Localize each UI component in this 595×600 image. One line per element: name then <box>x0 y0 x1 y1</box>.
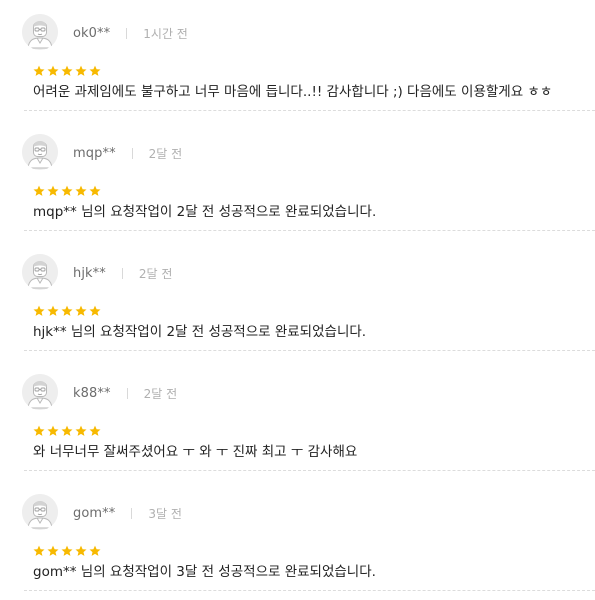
star-rating <box>33 185 101 197</box>
star-icon <box>89 305 101 316</box>
review-time: 1시간 전 <box>143 26 188 41</box>
star-rating <box>33 305 101 317</box>
meta-divider <box>131 507 133 519</box>
review-username[interactable]: mqp** <box>73 146 116 161</box>
star-rating <box>33 545 101 557</box>
meta-divider <box>121 267 123 279</box>
review-username[interactable]: ok0** <box>73 26 110 41</box>
user-avatar-icon[interactable] <box>22 254 58 290</box>
review-username[interactable]: gom** <box>73 506 115 521</box>
star-icon <box>89 545 101 556</box>
star-icon <box>89 425 101 436</box>
star-icon <box>47 425 59 436</box>
review-username[interactable]: k88** <box>73 386 111 401</box>
star-icon <box>33 65 45 76</box>
meta-divider <box>126 27 128 39</box>
review-comment: 어려운 과제임에도 불구하고 너무 마음에 듭니다..!! 감사합니다 ;) 다… <box>33 84 553 100</box>
review-meta: mqp** 2달 전 <box>73 144 182 162</box>
review-meta: k88** 2달 전 <box>73 384 177 402</box>
review-username[interactable]: hjk** <box>73 266 106 281</box>
review-time: 3달 전 <box>148 506 182 521</box>
star-icon <box>47 65 59 76</box>
review-time: 2달 전 <box>148 146 183 161</box>
user-avatar-icon[interactable] <box>22 374 58 410</box>
star-icon <box>61 545 73 556</box>
star-rating <box>33 65 101 77</box>
star-icon <box>61 425 73 436</box>
star-icon <box>75 305 87 316</box>
star-icon <box>47 545 59 556</box>
star-icon <box>33 305 45 316</box>
review-list: ok0** 1시간 전 어려운 과제임에도 불구하고 너무 마음에 듭니다..!… <box>0 0 595 600</box>
review-meta: ok0** 1시간 전 <box>73 24 188 42</box>
review-comment: hjk** 님의 요청작업이 2달 전 성공적으로 완료되었습니다. <box>33 324 367 340</box>
review-item: k88** 2달 전 와 너무너무 잘써주셨어요 ㅜ 와 ㅜ 진짜 최고 ㅜ 감… <box>0 360 595 480</box>
star-icon <box>75 65 87 76</box>
review-time: 2달 전 <box>138 266 173 281</box>
star-icon <box>75 545 87 556</box>
review-comment: 와 너무너무 잘써주셨어요 ㅜ 와 ㅜ 진짜 최고 ㅜ 감사해요 <box>33 444 358 460</box>
review-meta: hjk** 2달 전 <box>73 264 172 282</box>
user-avatar-icon[interactable] <box>22 134 58 170</box>
user-avatar-icon[interactable] <box>22 494 58 530</box>
star-icon <box>33 545 45 556</box>
star-icon <box>75 185 87 196</box>
star-icon <box>33 425 45 436</box>
review-comment: mqp** 님의 요청작업이 2달 전 성공적으로 완료되었습니다. <box>33 204 377 220</box>
star-icon <box>61 305 73 316</box>
star-icon <box>61 65 73 76</box>
star-icon <box>89 185 101 196</box>
star-icon <box>47 185 59 196</box>
star-icon <box>75 425 87 436</box>
meta-divider <box>131 147 133 159</box>
star-icon <box>33 185 45 196</box>
review-time: 2달 전 <box>143 386 178 401</box>
meta-divider <box>126 387 128 399</box>
review-comment: gom** 님의 요청작업이 3달 전 성공적으로 완료되었습니다. <box>33 564 376 580</box>
review-item: hjk** 2달 전 hjk** 님의 요청작업이 2달 전 성공적으로 완료되… <box>0 240 595 360</box>
user-avatar-icon[interactable] <box>22 14 58 50</box>
review-item: mqp** 2달 전 mqp** 님의 요청작업이 2달 전 성공적으로 완료되… <box>0 120 595 240</box>
review-item: gom** 3달 전 gom** 님의 요청작업이 3달 전 성공적으로 완료되… <box>0 480 595 600</box>
star-icon <box>47 305 59 316</box>
star-rating <box>33 425 101 437</box>
star-icon <box>61 185 73 196</box>
review-meta: gom** 3달 전 <box>73 504 182 522</box>
review-item: ok0** 1시간 전 어려운 과제임에도 불구하고 너무 마음에 듭니다..!… <box>0 0 595 120</box>
star-icon <box>89 65 101 76</box>
